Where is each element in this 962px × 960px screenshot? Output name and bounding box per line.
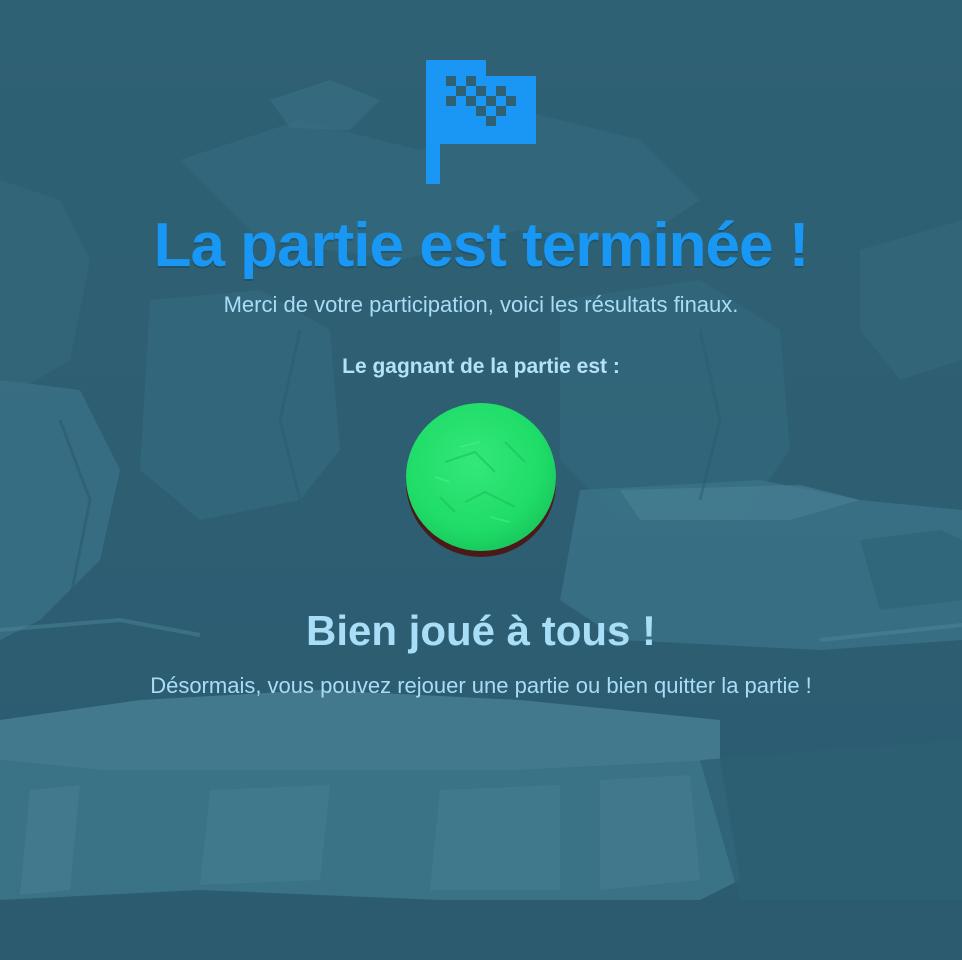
results-subtitle: Merci de votre participation, voici les …	[223, 292, 739, 317]
game-over-screen: La partie est terminée ! Merci de votre …	[0, 0, 962, 960]
checkered-flag-icon	[426, 60, 536, 184]
next-steps-info: Désormais, vous pouvez rejouer une parti…	[150, 673, 812, 698]
page-title: La partie est terminée !	[153, 211, 810, 280]
winner-label: Le gagnant de la partie est :	[342, 355, 620, 378]
congrats-heading: Bien joué à tous !	[305, 607, 657, 654]
winner-token	[406, 403, 556, 557]
